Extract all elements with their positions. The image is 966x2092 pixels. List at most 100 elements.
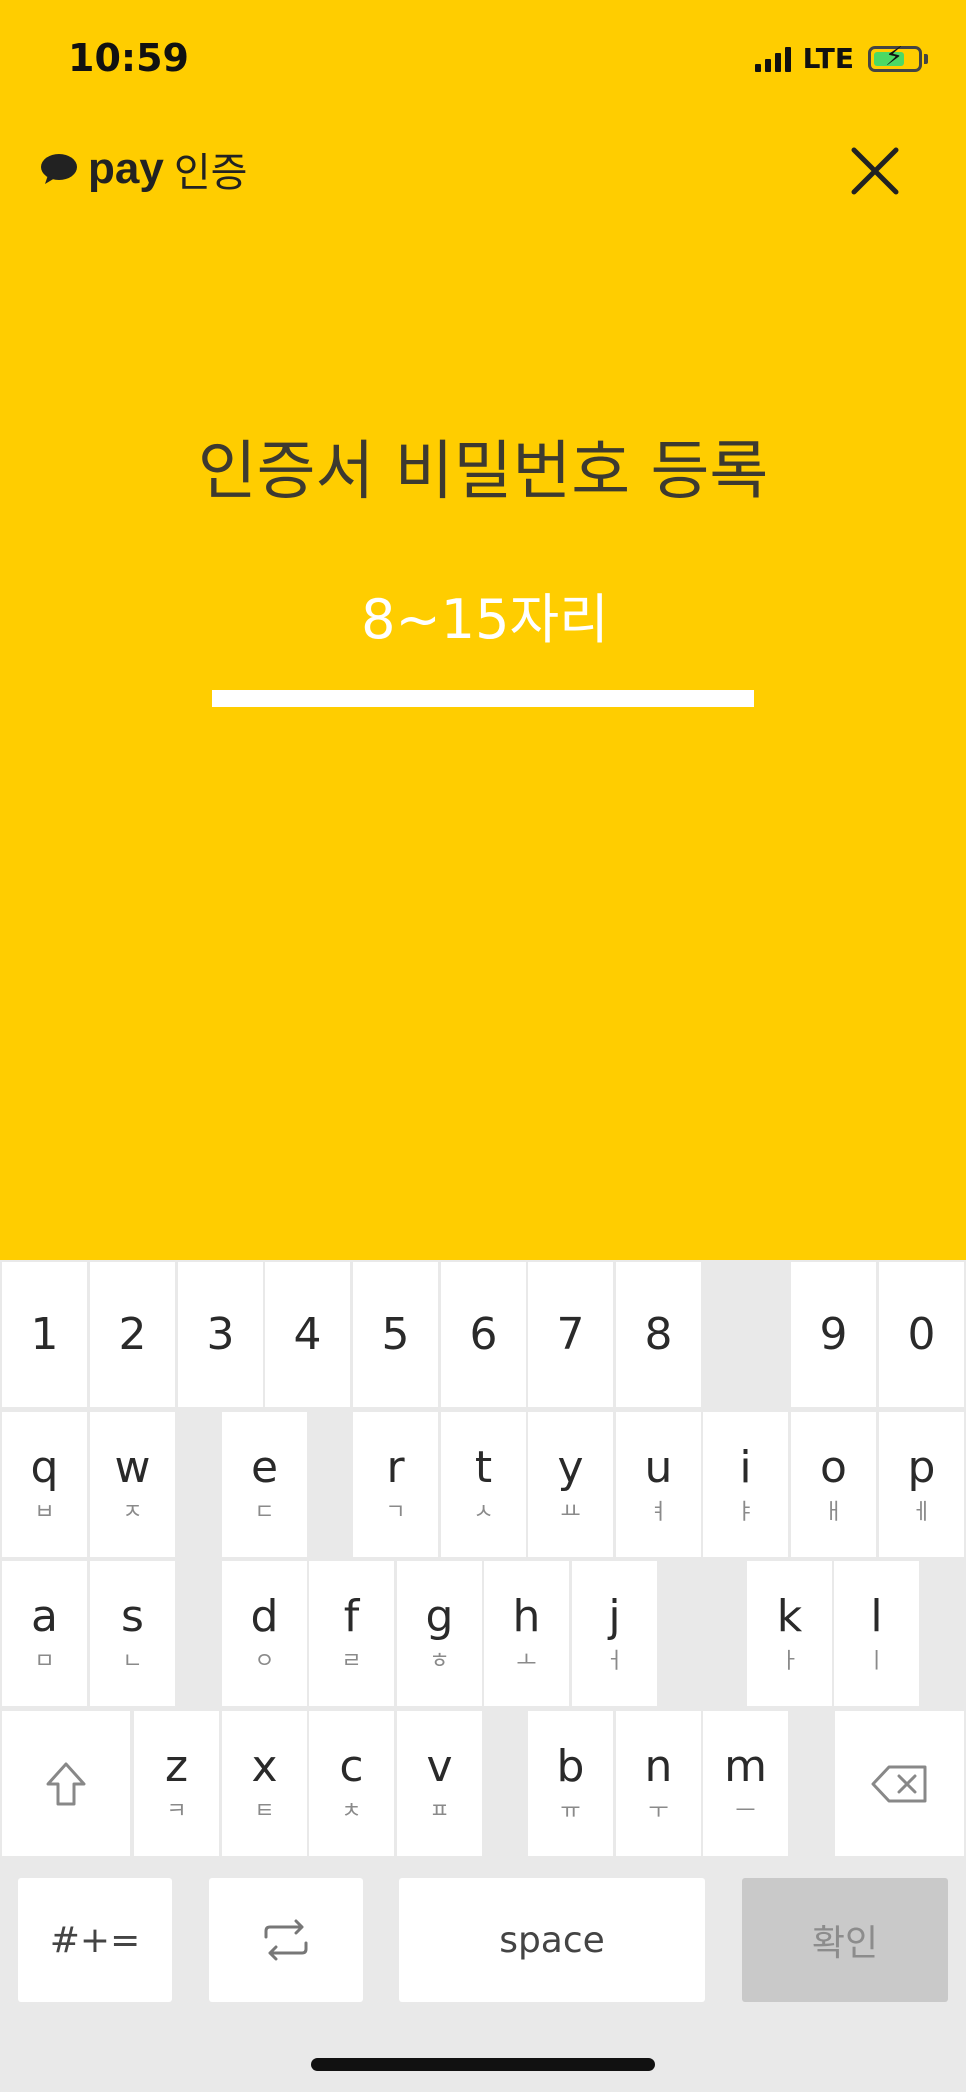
symbols-key[interactable]: #+= <box>18 1878 172 2002</box>
logo-auth-text: 인증 <box>173 150 248 196</box>
key-hangul-label: ㅎ <box>429 1648 450 1674</box>
key-i[interactable]: iㅑ <box>703 1412 788 1557</box>
signal-icon <box>754 46 791 72</box>
key-hangul-label: ㅋ <box>166 1798 187 1824</box>
key-r[interactable]: rㄱ <box>353 1412 438 1557</box>
key-0[interactable]: 0 <box>879 1262 964 1407</box>
backspace-key[interactable] <box>835 1711 964 1856</box>
key-d[interactable]: dㅇ <box>222 1561 307 1706</box>
key-4[interactable]: 4 <box>265 1262 350 1407</box>
logo-pay-text: pay <box>88 144 164 193</box>
status-icons: LTE ⚡ <box>754 42 928 75</box>
key-label: e <box>250 1441 279 1493</box>
key-label: f <box>343 1590 360 1642</box>
page-title: 인증서 비밀번호 등록 <box>197 435 769 509</box>
key-k[interactable]: kㅏ <box>747 1561 832 1706</box>
key-1[interactable]: 1 <box>2 1262 87 1407</box>
confirm-button-label: 확인 <box>811 1923 879 1964</box>
space-key[interactable]: space <box>399 1878 705 2002</box>
key-2[interactable]: 2 <box>90 1262 175 1407</box>
key-8[interactable]: 8 <box>616 1262 701 1407</box>
password-underline <box>212 690 754 707</box>
key-u[interactable]: uㅕ <box>616 1412 701 1557</box>
key-hangul-label: ㅈ <box>122 1499 143 1525</box>
key-e[interactable]: eㄷ <box>222 1412 307 1557</box>
key-hangul-label: ㅡ <box>735 1798 756 1824</box>
key-label: t <box>474 1441 493 1493</box>
backspace-icon <box>871 1765 926 1802</box>
key-hangul-label: ㅍ <box>429 1798 450 1824</box>
key-hangul-label: ㅇ <box>254 1648 275 1674</box>
close-icon <box>851 147 899 195</box>
key-c[interactable]: cㅊ <box>309 1711 394 1856</box>
password-input[interactable] <box>212 588 758 650</box>
key-label: i <box>739 1441 752 1493</box>
key-label: y <box>557 1441 584 1493</box>
key-label: o <box>820 1441 847 1493</box>
key-hangul-label: ㅗ <box>516 1648 537 1674</box>
key-hangul-label: ㅓ <box>604 1648 625 1674</box>
key-label: 5 <box>381 1308 410 1360</box>
key-w[interactable]: wㅈ <box>90 1412 175 1557</box>
key-h[interactable]: hㅗ <box>484 1561 569 1706</box>
key-label: c <box>339 1740 364 1792</box>
key-label: s <box>121 1590 144 1642</box>
key-b[interactable]: bㅠ <box>528 1711 613 1856</box>
key-hangul-label: ㅠ <box>560 1798 581 1824</box>
key-label: n <box>644 1740 673 1792</box>
key-o[interactable]: oㅐ <box>791 1412 876 1557</box>
key-label: b <box>556 1740 585 1792</box>
secure-keyboard: 1234567890qㅂwㅈeㄷrㄱtㅅyㅛuㅕiㅑoㅐpㅔaㅁsㄴdㅇfㄹgㅎ… <box>0 1260 966 2092</box>
home-indicator <box>311 2058 655 2071</box>
key-f[interactable]: fㄹ <box>309 1561 394 1706</box>
key-a[interactable]: aㅁ <box>2 1561 87 1706</box>
key-label: w <box>114 1441 151 1493</box>
key-3[interactable]: 3 <box>178 1262 263 1407</box>
key-hangul-label: ㅏ <box>779 1648 800 1674</box>
key-p[interactable]: pㅔ <box>879 1412 964 1557</box>
key-9[interactable]: 9 <box>791 1262 876 1407</box>
key-z[interactable]: zㅋ <box>134 1711 219 1856</box>
key-j[interactable]: jㅓ <box>572 1561 657 1706</box>
key-hangul-label: ㄹ <box>341 1648 362 1674</box>
shift-key[interactable] <box>2 1711 130 1856</box>
key-label: d <box>250 1590 279 1642</box>
key-s[interactable]: sㄴ <box>90 1561 175 1706</box>
key-l[interactable]: lㅣ <box>834 1561 919 1706</box>
key-g[interactable]: gㅎ <box>397 1561 482 1706</box>
key-label: 2 <box>118 1308 147 1360</box>
key-label: r <box>386 1441 405 1493</box>
key-n[interactable]: nㅜ <box>616 1711 701 1856</box>
key-label: q <box>30 1441 59 1493</box>
key-hangul-label: ㅛ <box>560 1499 581 1525</box>
symbols-key-label: #+= <box>49 1919 141 1961</box>
key-hangul-label: ㅂ <box>34 1499 55 1525</box>
key-label: u <box>644 1441 673 1493</box>
key-hangul-label: ㅣ <box>866 1648 887 1674</box>
rearrange-key[interactable] <box>209 1878 363 2002</box>
key-y[interactable]: yㅛ <box>528 1412 613 1557</box>
key-x[interactable]: xㅌ <box>222 1711 307 1856</box>
key-5[interactable]: 5 <box>353 1262 438 1407</box>
confirm-button[interactable]: 확인 <box>742 1878 948 2002</box>
status-time: 10:59 <box>68 36 189 80</box>
close-button[interactable] <box>848 144 902 198</box>
key-hangul-label: ㅅ <box>473 1499 494 1525</box>
key-hangul-label: ㅊ <box>341 1798 362 1824</box>
key-v[interactable]: vㅍ <box>397 1711 482 1856</box>
key-label: 3 <box>206 1308 235 1360</box>
key-label: 4 <box>293 1308 322 1360</box>
key-q[interactable]: qㅂ <box>2 1412 87 1557</box>
key-6[interactable]: 6 <box>441 1262 526 1407</box>
key-hangul-label: ㅑ <box>735 1499 756 1525</box>
key-label: 0 <box>907 1308 936 1360</box>
key-hangul-label: ㄴ <box>122 1648 143 1674</box>
key-label: 8 <box>644 1308 673 1360</box>
key-t[interactable]: tㅅ <box>441 1412 526 1557</box>
key-hangul-label: ㅔ <box>911 1499 932 1525</box>
key-7[interactable]: 7 <box>528 1262 613 1407</box>
key-m[interactable]: mㅡ <box>703 1711 788 1856</box>
key-label: k <box>776 1590 803 1642</box>
key-label: 6 <box>469 1308 498 1360</box>
key-hangul-label: ㅁ <box>34 1648 55 1674</box>
